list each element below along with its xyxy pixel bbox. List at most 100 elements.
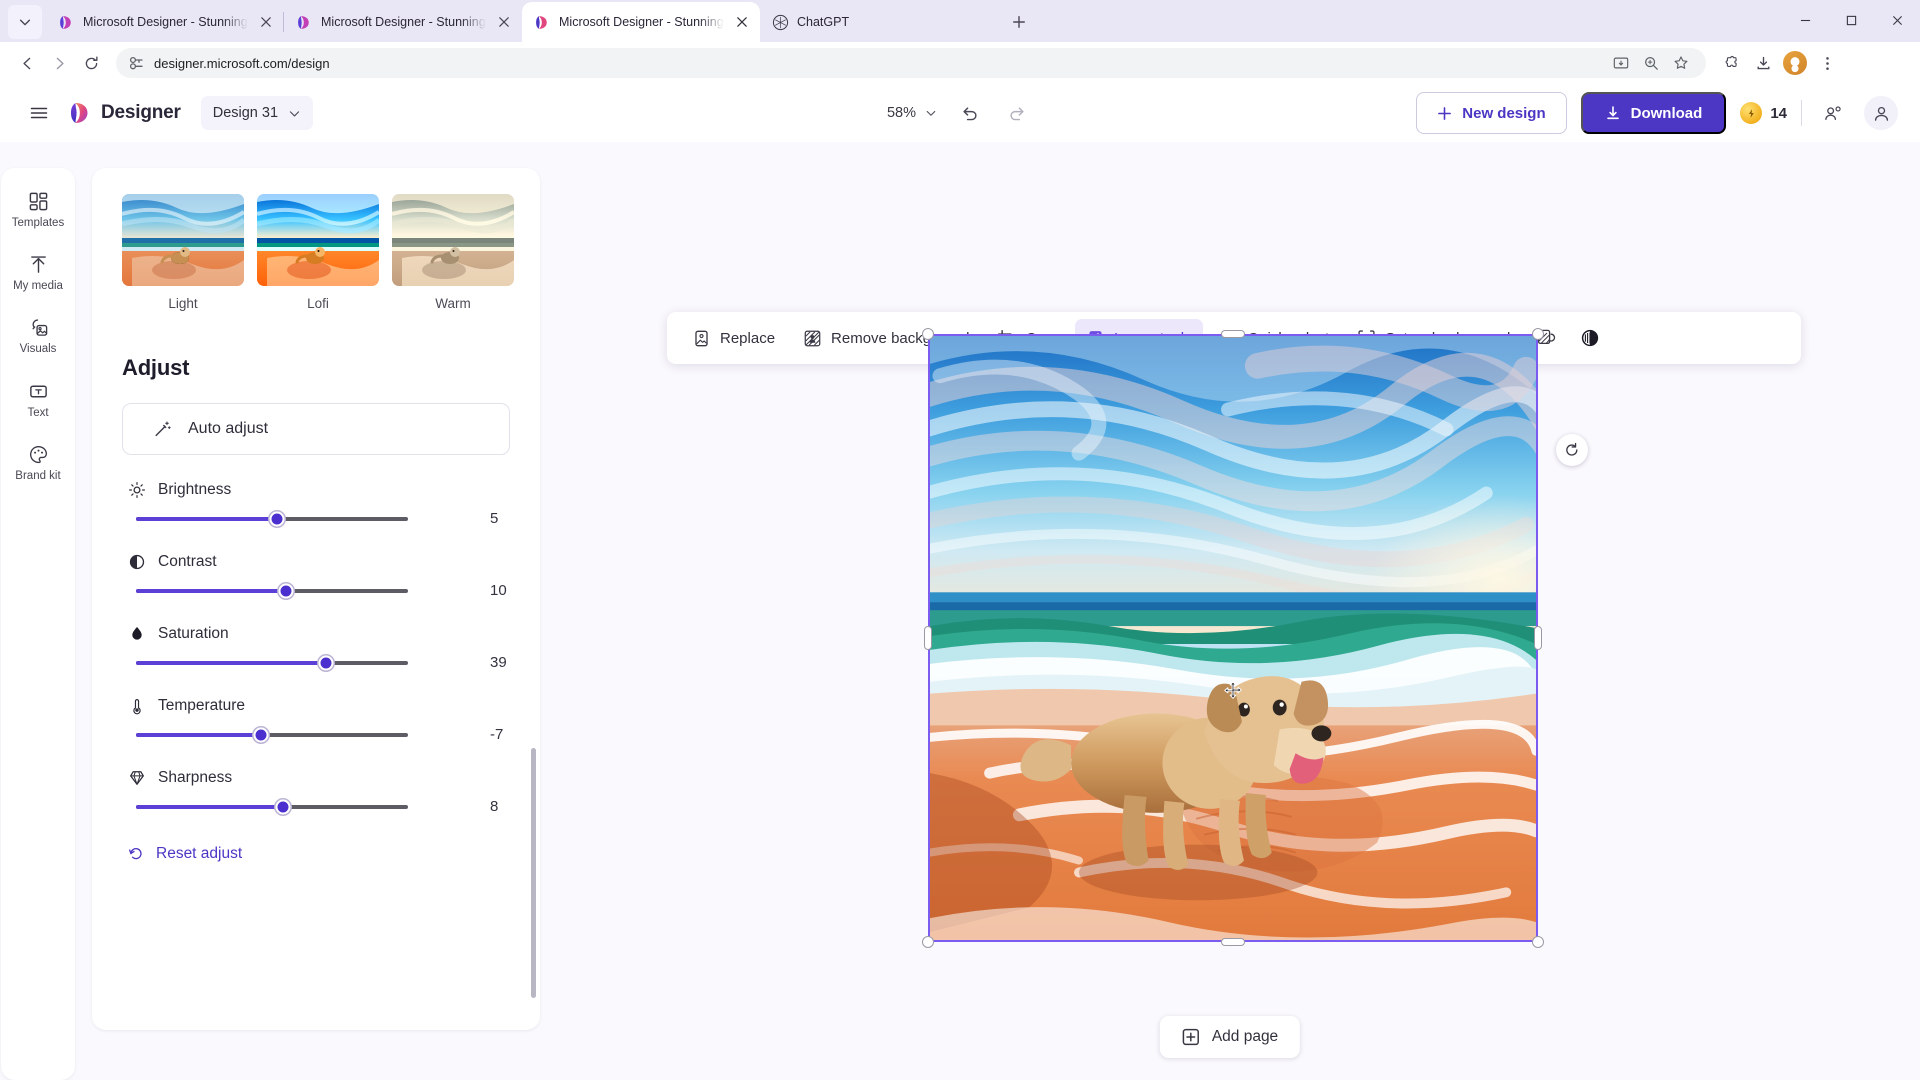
- slider-saturation: Saturation 39: [122, 625, 510, 671]
- resize-handle-middle-right[interactable]: [1534, 626, 1542, 650]
- filter-preset-warm[interactable]: Warm: [392, 194, 514, 311]
- design-name-dropdown[interactable]: Design 31: [200, 96, 314, 130]
- add-page-button[interactable]: Add page: [1159, 1016, 1301, 1058]
- new-design-button[interactable]: New design: [1416, 92, 1567, 134]
- panel-scrollbar[interactable]: [531, 748, 536, 998]
- downloads-button[interactable]: [1748, 48, 1778, 78]
- sidebar-item-brand-kit[interactable]: Brand kit: [1, 435, 75, 492]
- slider-header: Contrast: [122, 553, 510, 571]
- close-icon[interactable]: [732, 12, 752, 32]
- resize-handle-top-center[interactable]: [1221, 330, 1245, 338]
- canvas-area[interactable]: Replace Remove background Crop: [540, 142, 1920, 1080]
- resize-handle-top-right[interactable]: [1532, 328, 1544, 340]
- slider-thumb[interactable]: [269, 511, 285, 526]
- resize-handle-middle-left[interactable]: [924, 626, 932, 650]
- zoom-icon[interactable]: [1638, 50, 1664, 76]
- close-window-button[interactable]: [1874, 0, 1920, 40]
- reload-button[interactable]: [76, 48, 106, 78]
- address-bar[interactable]: [116, 48, 1706, 78]
- slider-control[interactable]: 8: [122, 798, 510, 815]
- tool-transparency[interactable]: [1571, 319, 1609, 357]
- slider-value: 8: [490, 798, 499, 815]
- filter-name-label: Light: [168, 296, 198, 311]
- auto-adjust-button[interactable]: Auto adjust: [122, 403, 510, 455]
- credits-badge[interactable]: 14: [1740, 102, 1787, 124]
- tab-search-button[interactable]: [8, 5, 42, 39]
- artboard-selection[interactable]: [922, 328, 1544, 948]
- visuals-image-icon: [31, 319, 47, 337]
- designer-brand[interactable]: Designer: [68, 101, 181, 125]
- resize-handle-bottom-left[interactable]: [922, 936, 934, 948]
- brightness-sun-icon: [129, 482, 145, 498]
- filter-preset-light[interactable]: Light: [122, 194, 244, 311]
- browser-tab[interactable]: Microsoft Designer - Stunning d: [284, 2, 522, 42]
- slider-label: Sharpness: [158, 769, 233, 786]
- zoom-level-dropdown[interactable]: 58%: [887, 105, 937, 121]
- filter-preset-lofi[interactable]: Lofi: [257, 194, 379, 311]
- rotate-handle[interactable]: [1556, 434, 1588, 466]
- credit-count-label: 14: [1770, 104, 1787, 122]
- slider-track[interactable]: [136, 583, 408, 598]
- browser-tab-active[interactable]: Microsoft Designer - Stunning d: [522, 2, 760, 42]
- chrome-menu-icon[interactable]: [1812, 48, 1842, 78]
- forward-button[interactable]: [44, 48, 74, 78]
- slider-track[interactable]: [136, 511, 408, 526]
- sidebar-item-my-media[interactable]: My media: [1, 245, 75, 302]
- minimize-button[interactable]: [1782, 0, 1828, 40]
- filter-name-label: Lofi: [307, 296, 329, 311]
- download-button[interactable]: Download: [1580, 92, 1727, 134]
- chevron-down-icon: [926, 110, 936, 116]
- browser-tab[interactable]: ChatGPT: [760, 2, 998, 42]
- slider-track[interactable]: [136, 799, 408, 814]
- sidebar-item-label: Text: [27, 406, 49, 419]
- slider-value: -7: [490, 726, 504, 743]
- panel-scroll-container[interactable]: Light Lofi Warm Adjust Auto adjust Brigh…: [92, 168, 540, 1030]
- url-input[interactable]: [154, 55, 1598, 71]
- brand-name: Designer: [101, 102, 181, 123]
- undo-button[interactable]: [953, 97, 985, 129]
- slider-control[interactable]: 10: [122, 582, 510, 599]
- slider-label: Brightness: [158, 481, 232, 498]
- back-button[interactable]: [12, 48, 42, 78]
- close-icon[interactable]: [494, 12, 514, 32]
- redo-button[interactable]: [1001, 97, 1033, 129]
- tool-replace[interactable]: Replace: [681, 319, 786, 357]
- resize-handle-bottom-right[interactable]: [1532, 936, 1544, 948]
- slider-fill: [136, 732, 262, 737]
- sidebar-item-visuals[interactable]: Visuals: [1, 308, 75, 365]
- maximize-button[interactable]: [1828, 0, 1874, 40]
- sidebar-item-text[interactable]: Text: [1, 372, 75, 429]
- header-divider: [1801, 100, 1802, 126]
- slider-control[interactable]: 5: [122, 510, 510, 527]
- slider-track[interactable]: [136, 727, 408, 742]
- menu-hamburger-button[interactable]: [22, 96, 56, 130]
- slider-thumb[interactable]: [275, 799, 291, 814]
- slider-control[interactable]: 39: [122, 654, 510, 671]
- slider-fill: [136, 804, 283, 809]
- sidebar-item-templates[interactable]: Templates: [1, 182, 75, 239]
- browser-tab[interactable]: Microsoft Designer - Stunning d: [46, 2, 284, 42]
- share-people-icon[interactable]: [1816, 96, 1850, 130]
- account-person-icon[interactable]: [1864, 96, 1898, 130]
- site-settings-icon[interactable]: [128, 55, 144, 71]
- add-page-label: Add page: [1211, 1028, 1279, 1045]
- new-tab-button[interactable]: [1004, 7, 1034, 37]
- slider-track[interactable]: [136, 655, 408, 670]
- slider-value: 39: [490, 654, 507, 671]
- extensions-icon: [1725, 55, 1737, 67]
- install-app-icon[interactable]: [1608, 50, 1634, 76]
- artboard[interactable]: [928, 334, 1538, 942]
- slider-thumb[interactable]: [253, 727, 269, 742]
- resize-handle-top-left[interactable]: [922, 328, 934, 340]
- slider-thumb[interactable]: [318, 655, 334, 670]
- resize-handle-bottom-center[interactable]: [1221, 938, 1245, 946]
- slider-fill: [136, 588, 286, 593]
- profile-avatar[interactable]: [1780, 48, 1810, 78]
- slider-control[interactable]: -7: [122, 726, 510, 743]
- reset-adjust-button[interactable]: Reset adjust: [122, 845, 510, 863]
- chevron-down-icon: [19, 19, 31, 26]
- bookmark-star-icon[interactable]: [1668, 50, 1694, 76]
- close-icon[interactable]: [256, 12, 276, 32]
- extensions-button[interactable]: [1716, 48, 1746, 78]
- slider-thumb[interactable]: [278, 583, 294, 598]
